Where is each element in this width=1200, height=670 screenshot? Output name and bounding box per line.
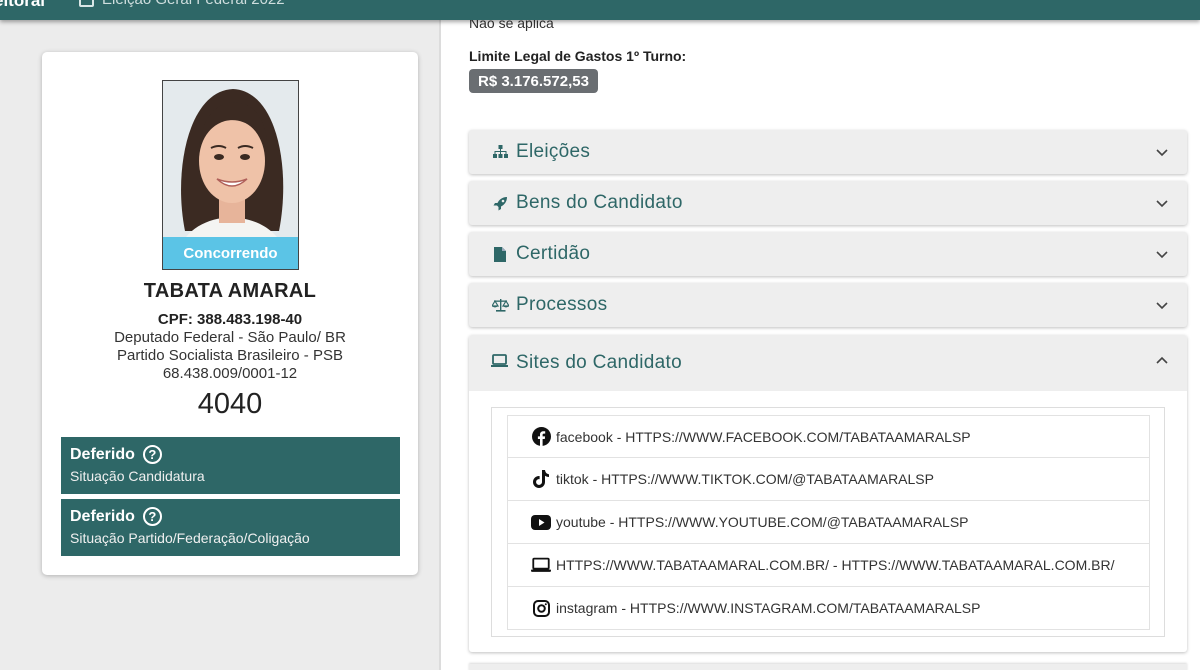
election-checkbox[interactable]	[79, 0, 94, 7]
facebook-icon	[531, 427, 551, 447]
candidacy-status-ribbon: Concorrendo	[163, 237, 298, 269]
accordion-processos[interactable]: Processos	[469, 283, 1187, 327]
situation-label: Situação Candidatura	[70, 468, 205, 484]
spending-limit-label: Limite Legal de Gastos 1º Turno:	[469, 48, 687, 64]
candidate-cnpj: 68.438.009/0001-12	[162, 365, 298, 382]
next-section-edge	[469, 664, 1187, 670]
candidate-number: 4040	[197, 388, 263, 420]
site-text: facebook - HTTPS://WWW.FACEBOOK.COM/TABA…	[556, 428, 971, 445]
file-icon	[491, 245, 509, 263]
site-item-website[interactable]: HTTPS://WWW.TABATAAMARAL.COM.BR/ - HTTPS…	[507, 544, 1150, 587]
candidate-office: Deputado Federal - São Paulo/ BR	[114, 329, 346, 346]
site-text: youtube - HTTPS://WWW.YOUTUBE.COM/@TABAT…	[556, 514, 969, 530]
sites-list: facebook - HTTPS://WWW.FACEBOOK.COM/TABA…	[491, 407, 1165, 637]
site-text: tiktok - HTTPS://WWW.TIKTOK.COM/@TABATAA…	[556, 471, 934, 487]
situation-party-box: Deferido ? Situação Partido/Federação/Co…	[61, 499, 400, 556]
election-checkbox-label[interactable]: Eleição Geral Federal 2022	[102, 0, 285, 8]
laptop-icon	[491, 354, 509, 372]
balance-scale-icon	[491, 296, 509, 314]
situation-value: Deferido	[70, 507, 135, 525]
site-text: instagram - HTTPS://WWW.INSTAGRAM.COM/TA…	[556, 600, 981, 616]
candidate-party: Partido Socialista Brasileiro - PSB	[117, 347, 343, 364]
spending-limit-badge: R$ 3.176.572,53	[469, 69, 598, 93]
chevron-down-icon	[1156, 200, 1168, 208]
accordion-label: Bens do Candidato	[516, 192, 683, 213]
brand-title: eitoral	[0, 0, 46, 10]
site-item-instagram[interactable]: instagram - HTTPS://WWW.INSTAGRAM.COM/TA…	[507, 587, 1150, 630]
site-text: HTTPS://WWW.TABATAAMARAL.COM.BR/ - HTTPS…	[556, 557, 1115, 573]
youtube-icon	[531, 512, 551, 532]
site-item-tiktok[interactable]: tiktok - HTTPS://WWW.TIKTOK.COM/@TABATAA…	[507, 458, 1150, 501]
situation-value: Deferido	[70, 445, 135, 463]
situation-candidacy-box: Deferido ? Situação Candidatura	[61, 437, 400, 494]
accordion-label: Eleições	[516, 141, 591, 162]
chevron-down-icon	[1156, 302, 1168, 310]
accordion-certidao[interactable]: Certidão	[469, 232, 1187, 276]
candidate-card: Concorrendo TABATA AMARAL CPF: 388.483.1…	[42, 52, 418, 575]
accordion-sites: Sites do Candidato facebook - HTTPS://WW…	[469, 335, 1187, 652]
accordion-eleicoes[interactable]: Eleições	[469, 130, 1187, 174]
accordion-sites-header[interactable]: Sites do Candidato	[469, 335, 1187, 391]
site-item-youtube[interactable]: youtube - HTTPS://WWW.YOUTUBE.COM/@TABAT…	[507, 501, 1150, 544]
instagram-icon	[531, 598, 551, 618]
accordion-bens[interactable]: Bens do Candidato	[469, 181, 1187, 225]
top-bar: eitoral Eleição Geral Federal 2022	[0, 0, 1200, 20]
candidate-cpf: CPF: 388.483.198-40	[157, 311, 303, 328]
sitemap-icon	[491, 143, 509, 161]
site-item-facebook[interactable]: facebook - HTTPS://WWW.FACEBOOK.COM/TABA…	[507, 415, 1150, 458]
rocket-icon	[491, 194, 509, 212]
help-icon[interactable]: ?	[142, 507, 162, 526]
laptop-icon	[531, 555, 551, 575]
tiktok-icon	[531, 469, 551, 489]
help-icon[interactable]: ?	[142, 445, 162, 464]
accordion-label: Certidão	[516, 243, 591, 264]
situation-label: Situação Partido/Federação/Coligação	[70, 530, 310, 546]
candidate-photo: Concorrendo	[162, 80, 299, 270]
accordion-label: Processos	[516, 294, 608, 315]
chevron-down-icon	[1156, 251, 1168, 259]
chevron-up-icon	[1156, 356, 1168, 364]
chevron-down-icon	[1156, 149, 1168, 157]
candidate-name: TABATA AMARAL	[143, 280, 317, 302]
accordion-label: Sites do Candidato	[516, 352, 682, 373]
